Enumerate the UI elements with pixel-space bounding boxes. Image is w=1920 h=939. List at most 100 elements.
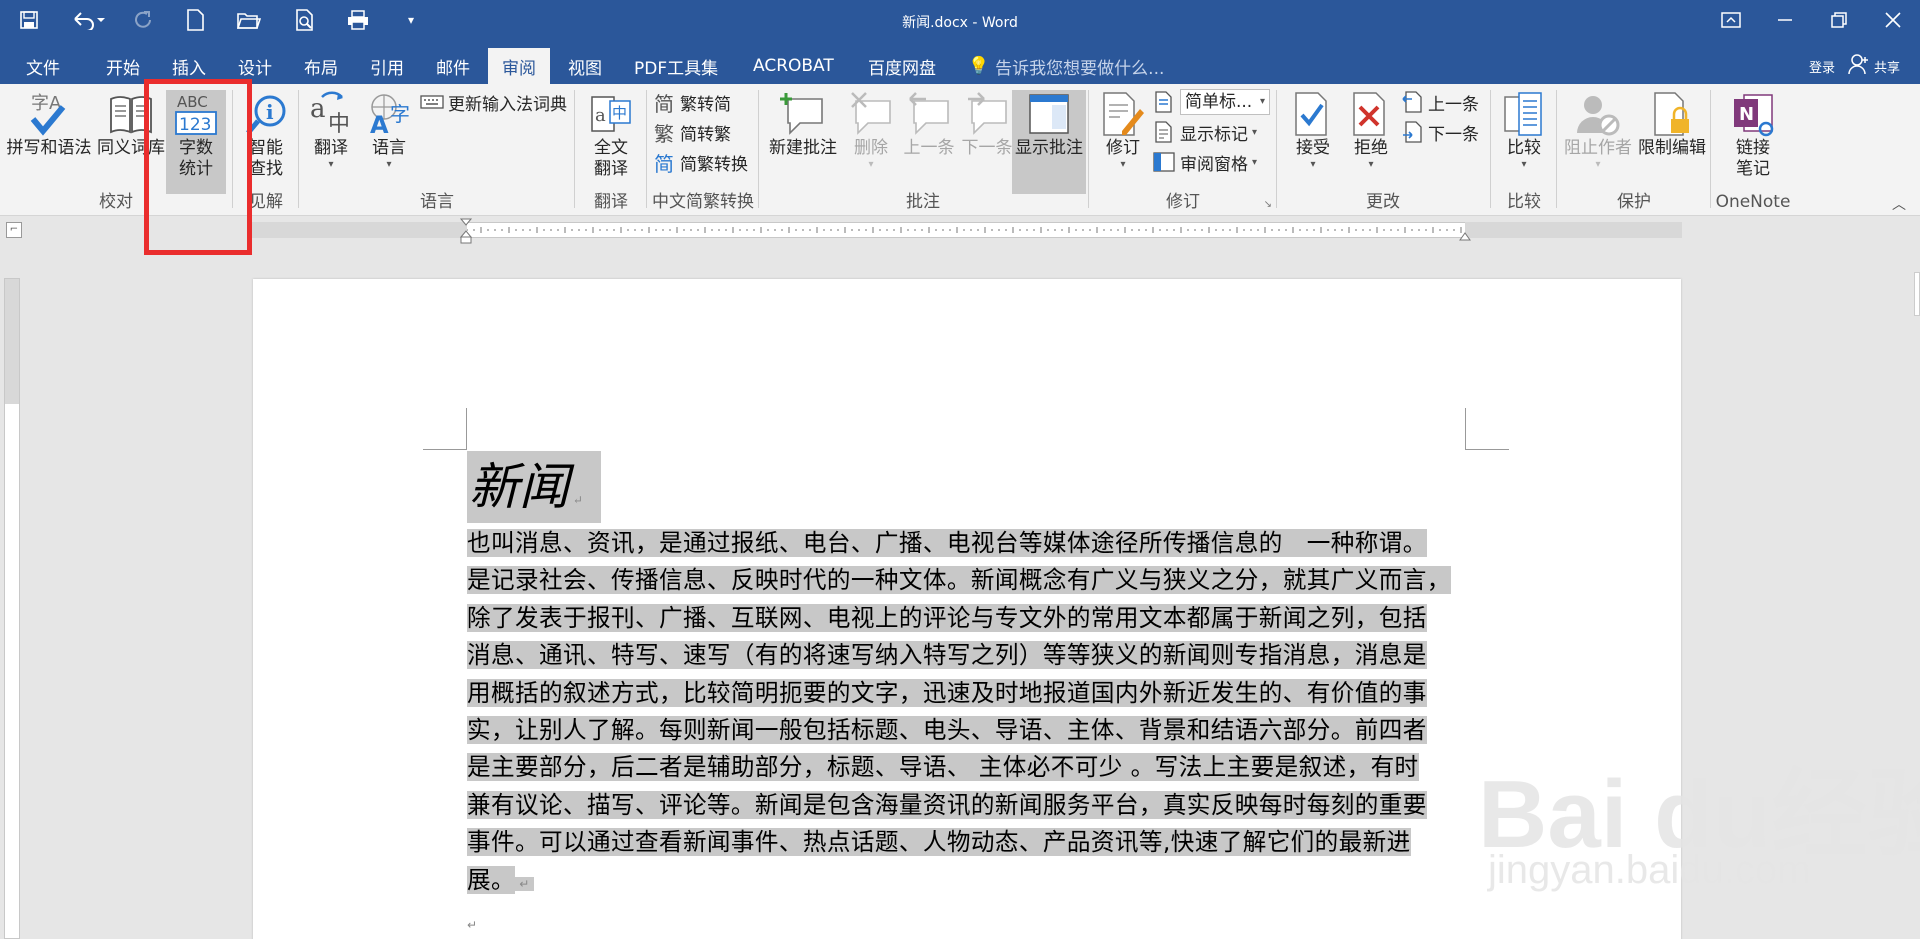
- body-line-text: 兼有议论、描写、评论等。新闻是包含海量资讯的新闻服务平台，真实反映每时每刻的重要: [467, 790, 1427, 819]
- dialog-launcher-icon[interactable]: ↘: [1264, 199, 1272, 210]
- tab-file[interactable]: 文件: [12, 48, 74, 84]
- compare-button[interactable]: 比较 ▾: [1496, 90, 1552, 170]
- chinese-conversion-button[interactable]: 简 简繁转换: [652, 148, 748, 176]
- group-tracking: 修订 ▾ 简单标... ▾ 显示标记 ▾ 审阅窗格 ▾ 修订 ↘: [1090, 86, 1276, 214]
- dropdown-arrow-icon: ▾: [1368, 159, 1374, 170]
- translate-button[interactable]: a中 翻译 ▾: [302, 90, 360, 170]
- tab-references[interactable]: 引用: [356, 48, 418, 84]
- document-body[interactable]: 也叫消息、资讯，是通过报纸、电台、广播、电视台等媒体途径所传播信息的 一种称谓。…: [467, 525, 1465, 939]
- dropdown-arrow-icon: ▾: [1521, 159, 1527, 170]
- group-separator: [1490, 90, 1491, 208]
- body-line-text: 除了发表于报刊、广播、互联网、电视上的评论与专文外的常用文本都属于新闻之列，包括: [467, 603, 1427, 632]
- document-heading[interactable]: 新闻 ↵: [467, 451, 601, 523]
- tell-me-box[interactable]: 💡 告诉我您想要做什么...: [960, 48, 1178, 84]
- traditional-to-simplified-button[interactable]: 简 繁转简: [652, 88, 731, 116]
- close-icon[interactable]: [1866, 0, 1920, 40]
- minimize-icon[interactable]: [1758, 0, 1812, 40]
- block-authors-icon: [1575, 90, 1621, 138]
- reviewing-pane-icon: [1152, 150, 1176, 174]
- body-line-text: 实，让别人了解。每则新闻一般包括标题、电头、导语、主体、背景和结语六部分。前四者: [467, 716, 1427, 745]
- reject-button[interactable]: 拒绝 ▾: [1344, 90, 1398, 170]
- restore-icon[interactable]: [1812, 0, 1866, 40]
- group-separator: [1088, 90, 1089, 208]
- markup-doc-icon: [1152, 90, 1176, 114]
- simplified-to-traditional-button[interactable]: 繁 简转繁: [652, 118, 731, 146]
- tab-pdf-tools[interactable]: PDF工具集: [620, 48, 732, 84]
- share-label: 共享: [1874, 60, 1901, 76]
- block-authors-button[interactable]: 阻止作者 ▾: [1562, 90, 1634, 170]
- block-authors-label: 阻止作者: [1564, 138, 1632, 158]
- tab-layout[interactable]: 布局: [290, 48, 352, 84]
- collapse-ribbon-icon[interactable]: ︿: [1892, 194, 1906, 214]
- body-line: 是主要部分，后二者是辅助部分，标题、导语、 主体必不可少 。写法上主要是叙述，有…: [467, 749, 1465, 786]
- linked-notes-label-line2: 笔记: [1736, 159, 1770, 179]
- ruler-left-margin: [252, 222, 467, 238]
- tab-mailings[interactable]: 邮件: [422, 48, 484, 84]
- full-text-translate-button[interactable]: a中 全文 翻译: [580, 90, 642, 180]
- update-ime-dictionary-label: 更新输入法词典: [448, 94, 567, 115]
- update-ime-dictionary-button[interactable]: 更新输入法词典: [420, 88, 567, 116]
- dropdown-arrow-icon: ▾: [868, 159, 874, 170]
- traditional-to-simplified-label: 繁转简: [680, 94, 731, 115]
- full-text-translate-icon: a中: [588, 90, 634, 138]
- restrict-editing-icon: [1649, 90, 1695, 138]
- tab-acrobat[interactable]: ACROBAT: [739, 48, 848, 84]
- share-button[interactable]: 共享: [1840, 48, 1914, 84]
- lightbulb-icon: 💡: [968, 56, 990, 76]
- delete-comment-button[interactable]: 删除 ▾: [842, 90, 900, 170]
- group-label-language: 语言: [420, 192, 454, 212]
- tab-view[interactable]: 视图: [554, 48, 616, 84]
- compare-label: 比较: [1507, 138, 1541, 158]
- language-button[interactable]: A字 语言 ▾: [360, 90, 418, 170]
- dropdown-arrow-icon: ▾: [386, 159, 392, 170]
- next-change-button[interactable]: 下一条: [1400, 118, 1479, 146]
- right-indent-marker-icon[interactable]: [1459, 230, 1471, 241]
- side-pane-handle[interactable]: [1914, 272, 1920, 316]
- show-markup-icon: [1152, 120, 1176, 144]
- tab-review[interactable]: 审阅: [488, 48, 550, 84]
- restrict-editing-button[interactable]: 限制编辑: [1636, 90, 1708, 159]
- dropdown-arrow-icon: ▾: [1252, 126, 1258, 138]
- indent-marker-icon[interactable]: [459, 218, 473, 244]
- markup-display-select[interactable]: 简单标... ▾: [1152, 88, 1270, 116]
- spelling-check-icon: 字A: [26, 90, 72, 138]
- group-separator: [758, 90, 759, 208]
- svg-text:a: a: [595, 105, 606, 126]
- svg-text:i: i: [266, 100, 274, 124]
- translate-label: 翻译: [314, 138, 348, 158]
- track-changes-button[interactable]: 修订 ▾: [1096, 90, 1150, 170]
- paragraph-mark: ↵: [569, 493, 583, 507]
- tab-baidu-netdisk[interactable]: 百度网盘: [854, 48, 950, 84]
- ribbon-display-options-icon[interactable]: [1704, 0, 1758, 40]
- body-line: 兼有议论、描写、评论等。新闻是包含海量资讯的新闻服务平台，真实反映每时每刻的重要: [467, 787, 1465, 824]
- simplified-char-icon: 繁: [654, 121, 674, 146]
- new-comment-button[interactable]: 新建批注: [764, 90, 842, 159]
- svg-text:中: 中: [328, 112, 350, 137]
- vertical-ruler[interactable]: [4, 278, 20, 939]
- next-comment-label: 下一条: [961, 138, 1013, 158]
- previous-comment-button[interactable]: 上一条: [900, 90, 958, 159]
- accept-button[interactable]: 接受 ▾: [1286, 90, 1340, 170]
- group-compare: 比较 ▾ 比较: [1492, 86, 1556, 214]
- body-line: 也叫消息、资讯，是通过报纸、电台、广播、电视台等媒体途径所传播信息的 一种称谓。: [467, 525, 1465, 562]
- spelling-grammar-button[interactable]: 字A 拼写和语法: [4, 90, 94, 159]
- body-line-text: 用概括的叙述方式，比较简明扼要的文字，迅速及时地报道国内外新近发生的、有价值的事: [467, 678, 1427, 707]
- reviewing-pane-label: 审阅窗格: [1180, 154, 1248, 175]
- markup-display-dropdown[interactable]: 简单标... ▾: [1180, 89, 1270, 115]
- body-line-text: 展。: [467, 865, 515, 894]
- ruler-top-margin: [5, 279, 19, 404]
- smart-lookup-label-line1: 智能: [249, 138, 283, 158]
- reviewing-pane-button[interactable]: 审阅窗格 ▾: [1152, 148, 1257, 176]
- title-bar: ▾ 新闻.docx - Word: [0, 0, 1920, 48]
- window-title: 新闻.docx - Word: [902, 15, 1018, 31]
- linked-notes-button[interactable]: N 链接 笔记: [1720, 90, 1786, 180]
- show-comments-button[interactable]: 显示批注: [1012, 90, 1086, 194]
- next-comment-button[interactable]: 下一条: [958, 90, 1016, 159]
- show-markup-button[interactable]: 显示标记 ▾: [1152, 118, 1257, 146]
- markup-display-value: 简单标...: [1185, 92, 1253, 112]
- tab-selector[interactable]: ⌐: [6, 222, 22, 238]
- new-comment-icon: [780, 90, 826, 138]
- annotation-highlight-box: [144, 79, 252, 255]
- show-comments-label: 显示批注: [1015, 138, 1083, 158]
- previous-change-button[interactable]: 上一条: [1400, 88, 1479, 116]
